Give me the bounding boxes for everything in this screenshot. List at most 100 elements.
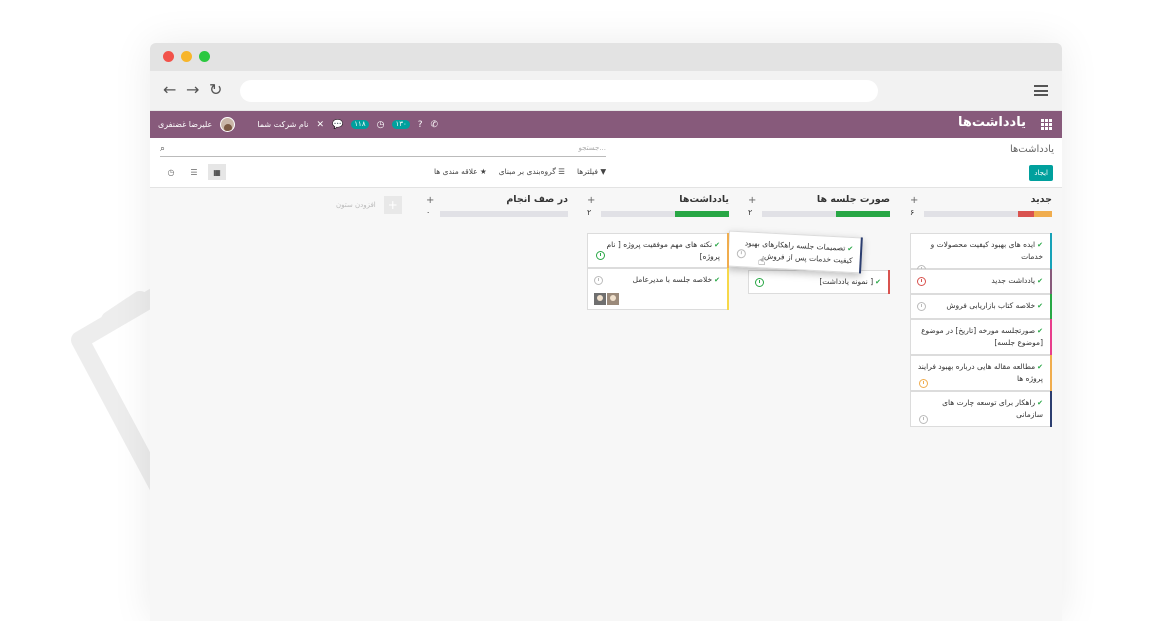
quick-create-icon[interactable]: + <box>587 195 595 206</box>
avatar[interactable] <box>594 293 606 305</box>
add-column-label: افزودن ستون <box>336 201 376 209</box>
card-title: مطالعه مقاله هایی درباره بهبود فرایند پر… <box>917 362 1043 383</box>
messages-badge: ۱۱۸ <box>351 120 369 129</box>
apps-grid-icon[interactable] <box>1041 119 1052 130</box>
card-title: ایده های بهبود کیفیت محصولات و خدمات <box>930 240 1043 261</box>
control-panel: یادداشت‌ها ⌕ جستجو... ایجاد ▼ فیلترها ☰ … <box>150 138 1062 188</box>
column-title: جدید <box>1030 194 1052 205</box>
chat-icon[interactable]: 💬 <box>332 120 343 130</box>
column-title: یادداشت‌ها <box>679 194 729 205</box>
groupby-button[interactable]: ☰ گروه‌بندی بر مبنای <box>499 167 565 176</box>
check-icon: ✔ <box>1037 399 1043 407</box>
kanban-card[interactable]: ✔یادداشت جدید <box>910 269 1052 294</box>
browser-navbar: ← → ↻ <box>150 71 1062 111</box>
avatar[interactable] <box>220 117 236 132</box>
forward-arrow-icon[interactable]: → <box>186 82 199 98</box>
card-title: صورتجلسه مورخه [تاریخ] در موضوع [موضوع ج… <box>921 326 1043 347</box>
progress-bar[interactable] <box>924 211 1052 217</box>
check-icon: ✔ <box>1037 302 1043 310</box>
activity-clock-icon[interactable]: ◷ <box>377 120 385 130</box>
card-title: راهکار برای توسعه چارت های سازمانی <box>942 398 1043 419</box>
groupby-label: گروه‌بندی بر مبنای <box>498 167 556 176</box>
kanban-board: جدید + ۶ صورت جلسه ها + ۲ یادداشت‌ها <box>150 188 1062 618</box>
hand-cursor-icon: ☝ <box>758 254 766 268</box>
activity-clock-icon[interactable] <box>594 276 603 285</box>
kanban-card[interactable]: ✔نکته های مهم موفقیت پروژه [ نام پروژه] <box>587 233 729 268</box>
star-icon: ★ <box>477 167 487 176</box>
minimize-window-button[interactable] <box>181 51 192 62</box>
quick-create-icon[interactable]: + <box>748 195 756 206</box>
dragged-kanban-card[interactable]: ✔تصمیمات جلسه راهکارهای بهبود کیفیت خدما… <box>719 230 863 274</box>
plus-icon: + <box>383 196 402 214</box>
activity-clock-icon[interactable] <box>736 248 747 259</box>
check-icon: ✔ <box>875 278 881 286</box>
app-topbar: یادداشت‌ها علیرضا غضنفری نام شرکت شما ✕ … <box>150 111 1062 138</box>
user-name[interactable]: علیرضا غضنفری <box>158 120 212 129</box>
column-count: ۲ <box>748 208 753 217</box>
check-icon: ✔ <box>847 244 854 254</box>
activity-clock-icon[interactable] <box>917 277 926 286</box>
help-icon[interactable]: ? <box>418 120 423 130</box>
close-window-button[interactable] <box>163 51 174 62</box>
followers <box>594 293 619 305</box>
check-icon: ✔ <box>1037 363 1043 371</box>
activity-view-icon[interactable]: ◷ <box>162 164 180 180</box>
progress-bar[interactable] <box>601 211 729 217</box>
create-button[interactable]: ایجاد <box>1029 165 1053 181</box>
column-title: در صف انجام <box>506 194 568 205</box>
card-title: یادداشت جدید <box>991 276 1036 285</box>
browser-menu-icon[interactable] <box>1034 85 1048 96</box>
card-title: [ نمونه یادداشت] <box>819 277 874 286</box>
kanban-view-icon[interactable]: ▦ <box>208 164 226 180</box>
company-name[interactable]: نام شرکت شما <box>257 120 308 129</box>
search-icon: ⌕ <box>160 144 166 154</box>
kanban-card[interactable]: ✔خلاصه جلسه با مدیرعامل <box>587 268 729 310</box>
card-title: خلاصه کتاب بازاریابی فروش <box>946 301 1036 310</box>
check-icon: ✔ <box>1037 241 1043 249</box>
activity-clock-icon[interactable] <box>596 251 605 260</box>
activity-clock-icon[interactable] <box>919 379 928 388</box>
app-title[interactable]: یادداشت‌ها <box>958 115 1026 130</box>
kanban-card[interactable]: ✔[ نمونه یادداشت] <box>748 270 890 294</box>
filters-button[interactable]: ▼ فیلترها <box>577 167 606 176</box>
filters-label: فیلترها <box>577 167 598 176</box>
activity-clock-icon[interactable] <box>919 415 928 424</box>
view-switcher: ◷ ☰ ▦ <box>162 164 226 180</box>
maximize-window-button[interactable] <box>199 51 210 62</box>
activity-clock-icon[interactable] <box>755 278 764 287</box>
phone-icon[interactable]: ✆ <box>431 120 439 130</box>
check-icon: ✔ <box>714 276 720 284</box>
column-title: صورت جلسه ها <box>816 194 890 205</box>
favorites-button[interactable]: ★ علاقه مندی ها <box>434 167 487 176</box>
check-icon: ✔ <box>714 241 720 249</box>
kanban-card[interactable]: ✔ایده های بهبود کیفیت محصولات و خدمات <box>910 233 1052 274</box>
breadcrumb: یادداشت‌ها <box>1009 144 1054 155</box>
list-icon: ☰ <box>555 167 565 176</box>
search-placeholder: جستجو... <box>578 144 606 152</box>
quick-create-icon[interactable]: + <box>910 195 918 206</box>
quick-create-icon[interactable]: + <box>426 195 434 206</box>
favorites-label: علاقه مندی ها <box>434 167 478 176</box>
add-column-button[interactable]: افزودن ستون + <box>336 196 402 214</box>
column-count: ۰ <box>426 208 431 217</box>
tools-icon[interactable]: ✕ <box>317 120 325 130</box>
systray: علیرضا غضنفری نام شرکت شما ✕ 💬 ۱۱۸ ◷ ۱۳۰… <box>158 111 438 138</box>
filter-icon: ▼ <box>597 167 607 176</box>
stage: ← → ↻ یادداشت‌ها علیرضا غضنفری نام شرکت … <box>0 0 1156 621</box>
activity-clock-icon[interactable] <box>917 302 926 311</box>
progress-bar[interactable] <box>440 211 568 217</box>
kanban-card[interactable]: ✔راهکار برای توسعه چارت های سازمانی <box>910 391 1052 427</box>
column-count: ۲ <box>587 208 592 217</box>
search-input[interactable]: ⌕ جستجو... <box>160 144 606 157</box>
progress-bar[interactable] <box>762 211 890 217</box>
kanban-card[interactable]: ✔صورتجلسه مورخه [تاریخ] در موضوع [موضوع … <box>910 319 1052 355</box>
search-options: ▼ فیلترها ☰ گروه‌بندی بر مبنای ★ علاقه م… <box>434 167 606 176</box>
avatar[interactable] <box>607 293 619 305</box>
address-bar[interactable] <box>240 80 878 102</box>
reload-icon[interactable]: ↻ <box>209 82 222 98</box>
list-view-icon[interactable]: ☰ <box>185 164 203 180</box>
kanban-card[interactable]: ✔مطالعه مقاله هایی درباره بهبود فرایند پ… <box>910 355 1052 391</box>
column-count: ۶ <box>910 208 915 217</box>
kanban-card[interactable]: ✔خلاصه کتاب بازاریابی فروش <box>910 294 1052 319</box>
back-arrow-icon[interactable]: ← <box>163 82 176 98</box>
